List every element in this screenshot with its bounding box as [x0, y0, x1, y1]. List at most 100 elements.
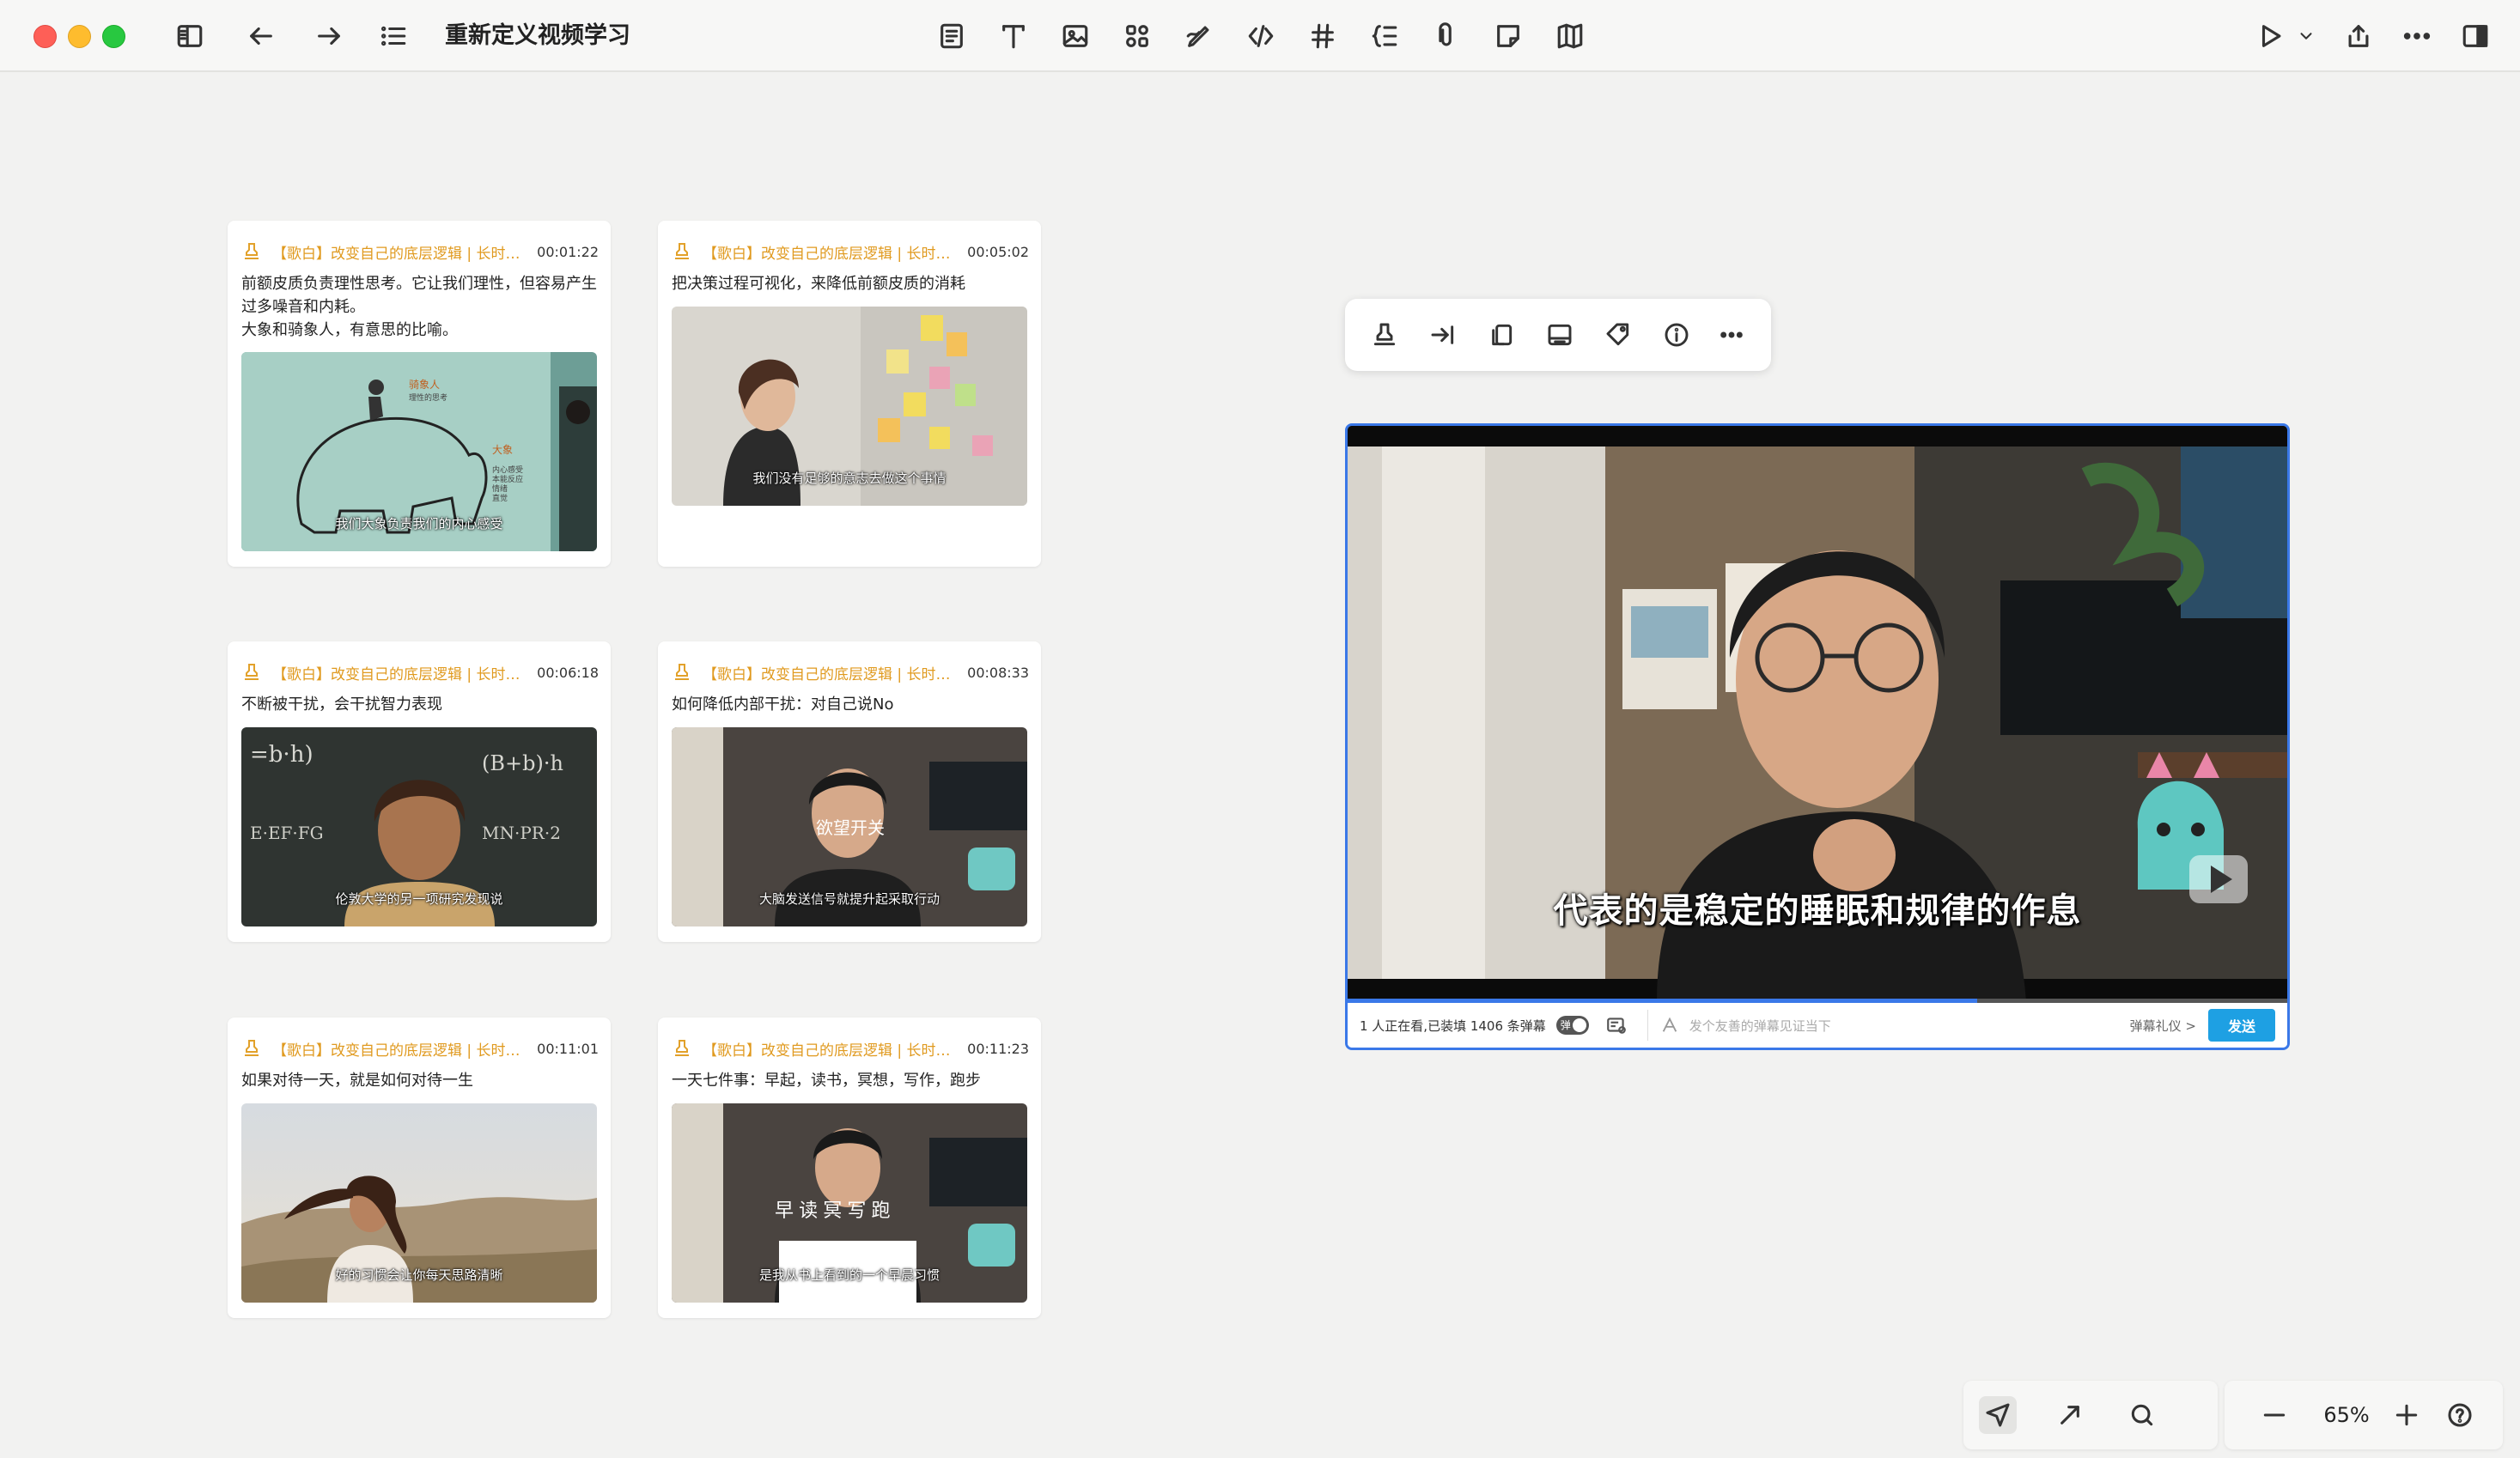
video-caption: 我们大象负责我们的内心感受	[335, 516, 503, 532]
danmaku-input[interactable]: 发个友善的弹幕见证当下	[1647, 1010, 2094, 1041]
copy-icon[interactable]	[1484, 318, 1519, 352]
stamp-icon[interactable]	[1367, 318, 1402, 352]
minimize-window-button[interactable]	[68, 25, 91, 48]
card-thumbnail[interactable]: 早 读 冥 写 跑 是我从书上看到的一个早晨习惯	[672, 1103, 1027, 1303]
svg-text:E·EF·FG: E·EF·FG	[250, 823, 324, 843]
right-panel-icon[interactable]	[2458, 19, 2493, 53]
forward-arrow-icon[interactable]	[312, 19, 346, 53]
card-timestamp[interactable]: 00:05:02	[967, 244, 1029, 260]
card-timestamp[interactable]: 00:11:01	[537, 1041, 599, 1057]
zoom-level[interactable]: 65%	[2312, 1400, 2381, 1431]
card-thumbnail[interactable]: 我们没有足够的意志去做这个事情	[672, 307, 1027, 506]
thumb-overlay-text: 欲望开关	[816, 818, 885, 838]
danmaku-toggle[interactable]: 弹	[1555, 1016, 1589, 1035]
card-note-text: 一天七件事：早起，读书，冥想，写作，跑步	[672, 1072, 981, 1090]
card-source[interactable]: 【歌白】改变自己的底层逻辑 | 长时间...	[703, 241, 952, 263]
thumb-overlay-text: 早 读 冥 写 跑	[775, 1200, 890, 1221]
send-icon[interactable]	[1979, 1396, 2017, 1434]
svg-text:=b·h): =b·h)	[250, 742, 313, 768]
outline-list-icon[interactable]	[376, 19, 411, 53]
card-thumbnail[interactable]: 欲望开关 大脑发送信号就提升起采取行动	[672, 727, 1027, 926]
thumb-rider-sub: 理性的思考	[409, 392, 447, 402]
danmaku-bar: 1 人正在看,已装填 1406 条弹幕 弹 发个友善的弹幕见证当下 弹幕礼仪 >…	[1348, 1003, 2287, 1048]
help-icon[interactable]	[2441, 1396, 2479, 1434]
close-window-button[interactable]	[33, 25, 57, 48]
stamp-icon	[245, 1040, 259, 1056]
card-note-text: 把决策过程可视化，来降低前额皮质的消耗	[672, 275, 965, 293]
card-source[interactable]: 【歌白】改变自己的底层逻辑 | 长时间...	[272, 662, 521, 683]
card-source[interactable]: 【歌白】改变自己的底层逻辑 | 长时间...	[272, 1038, 521, 1060]
indent-icon[interactable]	[1367, 19, 1402, 53]
stamp-icon	[675, 664, 689, 680]
card-source[interactable]: 【歌白】改变自己的底层逻辑 | 长时间...	[703, 1038, 952, 1060]
card-note-text: 如何降低内部干扰：对自己说No	[672, 696, 894, 714]
subtitle-icon[interactable]	[1543, 318, 1577, 352]
video-caption: 好的习惯会让你每天思路清晰	[335, 1267, 503, 1283]
attachment-icon[interactable]	[1429, 19, 1464, 53]
card-timestamp[interactable]: 00:11:23	[967, 1041, 1029, 1057]
search-icon[interactable]	[2123, 1396, 2161, 1434]
chevron-down-icon[interactable]	[2293, 19, 2319, 53]
zoom-window-button[interactable]	[102, 25, 125, 48]
card-note-text: 前额皮质负责理性思考。它让我们理性，但容易产生过多噪音和内耗。 大象和骑象人，有…	[241, 275, 597, 339]
sticky-note-icon[interactable]	[1491, 19, 1525, 53]
jump-to-icon[interactable]	[1426, 318, 1460, 352]
play-icon[interactable]	[2254, 19, 2288, 53]
note-card[interactable]: 【歌白】改变自己的底层逻辑 | 长时间... 00:08:33 如何降低内部干扰…	[658, 641, 1041, 942]
map-icon[interactable]	[1553, 19, 1587, 53]
image-icon[interactable]	[1058, 19, 1093, 53]
note-card[interactable]: 【歌白】改变自己的底层逻辑 | 长时间... 00:01:22 前额皮质负责理性…	[228, 221, 611, 567]
zoom-controls: 65%	[2225, 1381, 2503, 1449]
card-header: 【歌白】改变自己的底层逻辑 | 长时间... 00:11:01	[241, 1031, 599, 1066]
card-timestamp[interactable]: 00:08:33	[967, 665, 1029, 681]
card-source[interactable]: 【歌白】改变自己的底层逻辑 | 长时间...	[272, 241, 521, 263]
code-icon[interactable]	[1244, 19, 1278, 53]
note-card[interactable]: 【歌白】改变自己的底层逻辑 | 长时间... 00:06:18 不断被干扰，会干…	[228, 641, 611, 942]
components-icon[interactable]	[1120, 19, 1154, 53]
media-toolbar	[1345, 299, 1771, 371]
card-timestamp[interactable]: 00:06:18	[537, 665, 599, 681]
card-timestamp[interactable]: 00:01:22	[537, 244, 599, 260]
note-card[interactable]: 【歌白】改变自己的底层逻辑 | 长时间... 00:05:02 把决策过程可视化…	[658, 221, 1041, 567]
video-caption: 是我从书上看到的一个早晨习惯	[758, 1267, 940, 1283]
back-arrow-icon[interactable]	[244, 19, 278, 53]
svg-text:MN·PR·2: MN·PR·2	[482, 823, 561, 843]
page-icon[interactable]	[934, 19, 969, 53]
zoom-out-icon[interactable]	[2255, 1396, 2293, 1434]
card-thumbnail[interactable]: =b·h) (B+b)·h E·EF·FG MN·PR·2 伦敦大学的另一项研究…	[241, 727, 597, 926]
share-icon[interactable]	[2341, 19, 2376, 53]
video-frame[interactable]: 代表的是稳定的睡眠和规律的作息	[1348, 426, 2287, 1003]
danmaku-settings-icon[interactable]	[1604, 1013, 1628, 1037]
video-subtitle: 代表的是稳定的睡眠和规律的作息	[1553, 891, 2082, 931]
pen-icon[interactable]	[1182, 19, 1216, 53]
video-caption: 大脑发送信号就提升起采取行动	[758, 891, 940, 907]
tag-icon[interactable]	[1601, 318, 1635, 352]
info-icon[interactable]	[1659, 318, 1694, 352]
note-card[interactable]: 【歌白】改变自己的底层逻辑 | 长时间... 00:11:01 如果对待一天，就…	[228, 1018, 611, 1318]
sidebar-icon[interactable]	[173, 19, 207, 53]
send-danmaku-button[interactable]: 发送	[2208, 1009, 2275, 1042]
card-header: 【歌白】改变自己的底层逻辑 | 长时间... 00:06:18	[241, 655, 599, 690]
video-player[interactable]: 代表的是稳定的睡眠和规律的作息 1 人正在看,已装填 1406 条弹幕 弹 发个…	[1345, 423, 2290, 1050]
video-caption: 我们没有足够的意志去做这个事情	[752, 471, 947, 486]
stamp-icon	[675, 243, 689, 259]
more-icon[interactable]	[1714, 318, 1749, 352]
card-thumbnail[interactable]: 好的习惯会让你每天思路清晰	[241, 1103, 597, 1303]
more-icon[interactable]	[2400, 19, 2434, 53]
viewer-count: 1 人正在看,已装填 1406 条弹幕	[1360, 1018, 1546, 1034]
card-thumbnail[interactable]: 骑象人 理性的思考 大象 内心感受本能反应情绪直觉 我们大象负责我们的内心感受	[241, 352, 597, 551]
note-card[interactable]: 【歌白】改变自己的底层逻辑 | 长时间... 00:11:23 一天七件事：早起…	[658, 1018, 1041, 1318]
card-source[interactable]: 【歌白】改变自己的底层逻辑 | 长时间...	[703, 662, 952, 683]
arrow-icon[interactable]	[2051, 1396, 2089, 1434]
zoom-in-icon[interactable]	[2388, 1396, 2426, 1434]
stamp-icon	[675, 1040, 689, 1056]
document-title[interactable]: 重新定义视频学习	[445, 19, 630, 53]
hashtag-icon[interactable]	[1306, 19, 1340, 53]
text-icon[interactable]	[996, 19, 1031, 53]
danmaku-etiquette-link[interactable]: 弹幕礼仪 >	[2130, 1017, 2196, 1035]
card-header: 【歌白】改变自己的底层逻辑 | 长时间... 00:05:02	[672, 234, 1029, 269]
font-icon[interactable]	[1660, 1016, 1679, 1035]
thumb-rider-label: 骑象人	[409, 379, 440, 391]
title-bar: 重新定义视频学习	[0, 0, 2520, 72]
card-header: 【歌白】改变自己的底层逻辑 | 长时间... 00:01:22	[241, 234, 599, 269]
